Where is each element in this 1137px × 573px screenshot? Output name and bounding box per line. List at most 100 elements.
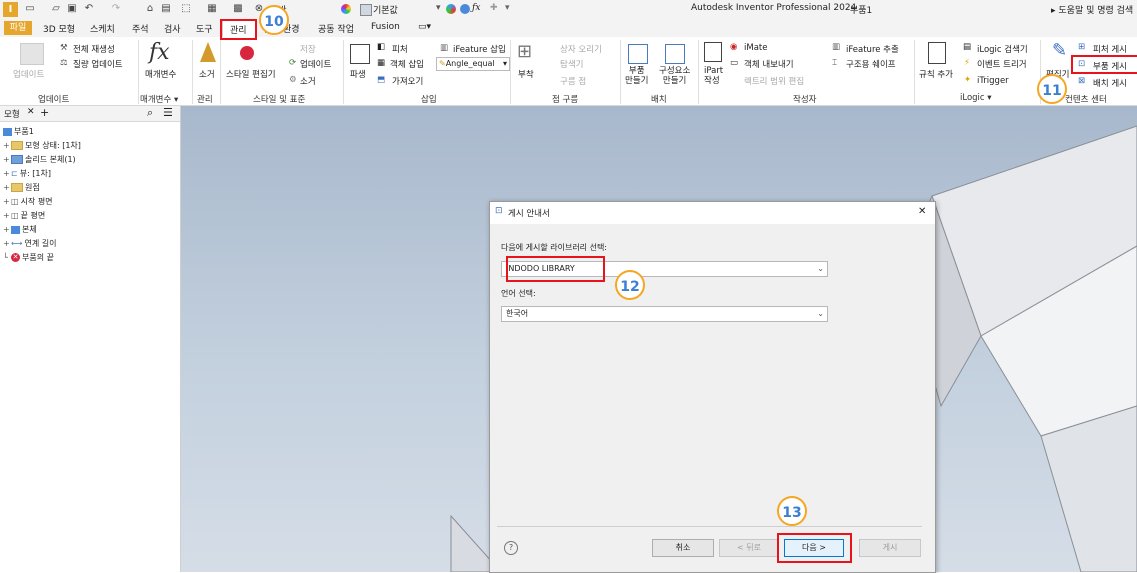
- expand-icon[interactable]: +: [3, 140, 11, 152]
- tab-3d-model[interactable]: 3D 모형: [43, 22, 75, 35]
- mass-update-button[interactable]: 질량 업데이트: [73, 58, 123, 70]
- export-object-button[interactable]: 객체 내보내기: [744, 58, 794, 70]
- derive-button[interactable]: 파생: [350, 68, 366, 80]
- style-purge-button[interactable]: 소거: [300, 75, 316, 87]
- adjust-icon[interactable]: [446, 4, 456, 14]
- undo-icon[interactable]: ↶: [83, 3, 95, 15]
- search-icon[interactable]: ⌕: [147, 106, 153, 120]
- help-search[interactable]: ▸ 도움말 및 명령 검색: [1051, 3, 1133, 16]
- panel-ilogic[interactable]: iLogic ▾: [960, 93, 992, 103]
- ilogic-browser-button[interactable]: iLogic 검색기: [977, 43, 1028, 55]
- app-logo-icon[interactable]: I: [3, 2, 18, 17]
- tab-file[interactable]: 파일: [4, 21, 32, 35]
- cancel-button[interactable]: 취소: [652, 539, 714, 557]
- tree-item[interactable]: + 본체: [3, 224, 37, 236]
- tree-root[interactable]: 부품1: [3, 126, 34, 138]
- customize-icon[interactable]: ▾: [505, 3, 510, 13]
- tab-inspect[interactable]: 검사: [164, 22, 181, 35]
- add-tab-icon[interactable]: +: [40, 106, 49, 119]
- tree-item[interactable]: +◫ 끝 평면: [3, 210, 45, 222]
- appearance-icon[interactable]: ▩: [232, 3, 244, 15]
- tree-item[interactable]: + 모형 상태: [1차]: [3, 140, 81, 152]
- attach-button[interactable]: 부착: [518, 68, 534, 80]
- expand-icon[interactable]: +: [3, 238, 11, 250]
- expand-icon[interactable]: +: [3, 210, 11, 222]
- tree-item[interactable]: + 원점: [3, 182, 40, 194]
- publish-button[interactable]: 게시: [859, 539, 921, 557]
- highlight-next-button: [777, 533, 852, 563]
- expand-icon[interactable]: +: [3, 196, 11, 208]
- insert-object-icon: ▦: [377, 58, 386, 68]
- tab-overflow-icon[interactable]: ▭▾: [418, 22, 431, 32]
- structural-shape-button[interactable]: 구조용 쉐이프: [846, 58, 896, 70]
- appearance-dropdown-icon[interactable]: ▾: [436, 3, 441, 13]
- tab-annotate[interactable]: 주석: [132, 22, 149, 35]
- appearance-value[interactable]: 기본값: [373, 3, 398, 16]
- back-button[interactable]: < 뒤로: [719, 539, 779, 557]
- measure-icon[interactable]: ▦: [206, 3, 218, 15]
- save-icon[interactable]: ▣: [66, 3, 78, 15]
- style-editor-button[interactable]: 스타일 편집기: [226, 68, 276, 80]
- tree-item[interactable]: +⟷ 연계 길이: [3, 238, 56, 250]
- rebuild-all-button[interactable]: 전체 재생성: [73, 43, 115, 55]
- expand-icon[interactable]: +: [3, 168, 11, 180]
- properties-icon[interactable]: ▤: [160, 3, 172, 15]
- ipart-button[interactable]: iPart 작성: [704, 66, 723, 86]
- redo-icon[interactable]: ↷: [110, 3, 122, 15]
- expand-icon[interactable]: +: [3, 182, 11, 194]
- panel-divider: [510, 40, 511, 104]
- browser-tab-model[interactable]: 모형: [4, 108, 20, 120]
- style-update-button[interactable]: 업데이트: [300, 58, 331, 70]
- tree-item-end[interactable]: └ ✕ 부품의 끝: [3, 252, 54, 264]
- plus-icon[interactable]: ✚: [490, 3, 498, 13]
- imate-button[interactable]: iMate: [744, 43, 767, 53]
- expand-icon[interactable]: +: [3, 154, 11, 166]
- point-cloud-button[interactable]: 구름 점: [560, 75, 586, 87]
- angle-parameter-select[interactable]: ✎Angle_equal ▾: [436, 57, 510, 71]
- new-icon[interactable]: ▭: [24, 3, 36, 15]
- step-callout-12: 12: [615, 270, 645, 300]
- tree-item[interactable]: +⊏ 뷰: [1차]: [3, 168, 51, 180]
- menu-icon[interactable]: ☰: [163, 106, 173, 119]
- feature-button[interactable]: 피처: [392, 43, 408, 55]
- style-save-button[interactable]: 저장: [300, 43, 316, 55]
- add-rule-button[interactable]: 규칙 추가: [919, 68, 953, 80]
- close-icon[interactable]: ✕: [918, 206, 926, 217]
- publish-layout-button[interactable]: 배치 게시: [1093, 77, 1127, 89]
- tree-item[interactable]: + 솔리드 본체(1): [3, 154, 76, 166]
- clear-icon[interactable]: [460, 4, 470, 14]
- import-button[interactable]: 가져오기: [392, 75, 423, 87]
- update-icon[interactable]: [20, 43, 44, 65]
- bounding-box-button[interactable]: 상자 오리기: [560, 43, 602, 55]
- help-icon[interactable]: ?: [504, 541, 518, 555]
- ifeature-insert-button[interactable]: iFeature 삽입: [453, 43, 506, 55]
- update-button[interactable]: 업데이트: [13, 68, 44, 80]
- parameters-button[interactable]: 매개변수: [145, 68, 176, 80]
- ifeature-extract-button[interactable]: iFeature 추출: [846, 43, 899, 55]
- event-trigger-button[interactable]: 이벤트 트리거: [977, 58, 1027, 70]
- publish-feature-button[interactable]: 피처 게시: [1093, 43, 1127, 55]
- open-icon[interactable]: ▱: [50, 3, 62, 15]
- tab-collaborate[interactable]: 공동 작업: [318, 22, 354, 35]
- insert-object-button[interactable]: 객체 삽입: [390, 58, 424, 70]
- expand-icon[interactable]: +: [3, 224, 11, 236]
- close-icon[interactable]: ✕: [27, 107, 35, 117]
- explorer-button[interactable]: 탐색기: [560, 58, 583, 70]
- panel-divider: [220, 40, 221, 104]
- tab-sketch[interactable]: 스케치: [90, 22, 115, 35]
- tab-fusion[interactable]: Fusion: [371, 22, 400, 32]
- purge-button[interactable]: 소거: [199, 68, 215, 80]
- color-wheel-icon[interactable]: [341, 4, 351, 14]
- home-icon[interactable]: ⌂: [144, 3, 156, 15]
- itrigger-button[interactable]: iTrigger: [977, 76, 1009, 86]
- tab-tools[interactable]: 도구: [196, 22, 213, 35]
- select-icon[interactable]: ⬚: [180, 3, 192, 15]
- tree-item[interactable]: +◫ 시작 평면: [3, 196, 53, 208]
- make-components-button[interactable]: 구성요소 만들기: [659, 66, 690, 86]
- edit-range-button[interactable]: 렉트리 범위 편집: [744, 75, 804, 87]
- language-select[interactable]: 한국어 ⌄: [501, 306, 828, 322]
- fx-icon[interactable]: ƒx: [472, 3, 480, 13]
- panel-parameters[interactable]: 매개변수 ▾: [140, 93, 178, 105]
- make-part-button[interactable]: 부품 만들기: [625, 66, 648, 86]
- panel-divider: [698, 40, 699, 104]
